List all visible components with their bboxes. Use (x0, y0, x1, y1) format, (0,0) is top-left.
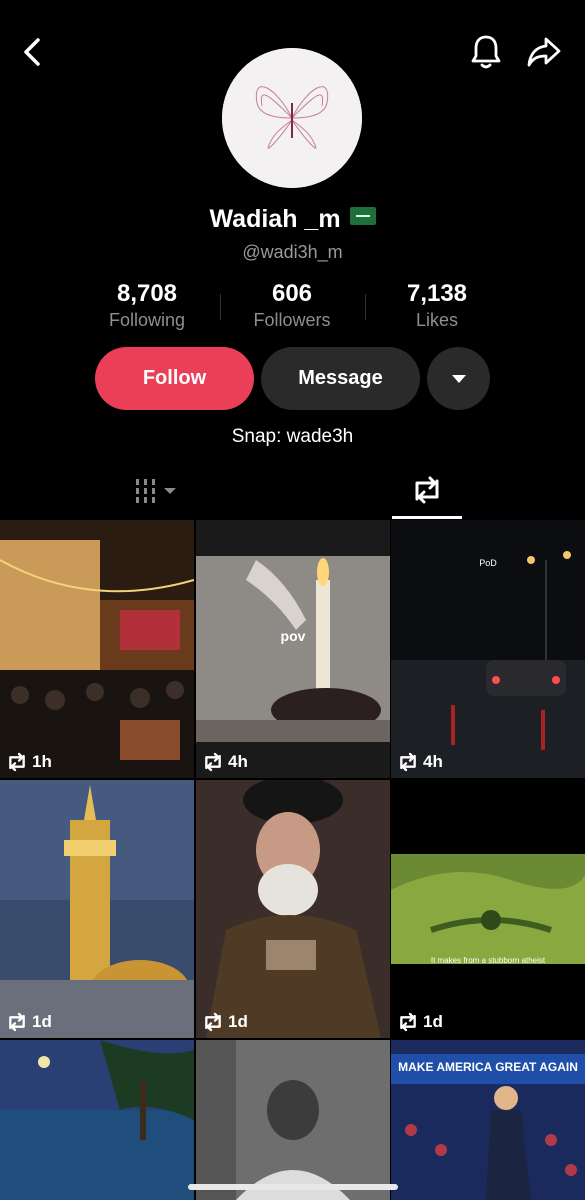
repost-icon (400, 1012, 416, 1032)
video-thumbnail[interactable]: MAKE AMERICA GREAT AGAIN (391, 1040, 585, 1200)
saudi-flag-icon (349, 207, 376, 225)
profile-stats: 8,708 Following 606 Followers 7,138 Like… (0, 280, 585, 336)
video-caption: MAKE AMERICA GREAT AGAIN (398, 1060, 578, 1074)
grayscale-photo-image (196, 1040, 390, 1200)
repost-icon (205, 752, 221, 772)
repost-icon (9, 752, 25, 772)
chevron-left-icon (24, 38, 40, 66)
content-tabs (0, 462, 585, 520)
display-name: Wadiah _m (0, 205, 585, 234)
video-thumbnail[interactable] (196, 1040, 390, 1200)
stat-value: 7,138 (406, 280, 468, 307)
repost-icon (9, 1012, 25, 1032)
bio-text: Snap: wade3h (231, 426, 354, 447)
stat-divider (220, 294, 221, 320)
username-handle: @wadi3h_m (242, 242, 343, 262)
video-thumbnail[interactable]: PoD 4h (391, 520, 585, 778)
green-hills-image (391, 780, 585, 1038)
grid-columns-icon (136, 479, 176, 503)
share-button[interactable] (522, 30, 566, 74)
share-arrow-icon (527, 37, 561, 67)
video-caption: It makes from a stubborn atheist (430, 956, 546, 965)
repost-meta: 1d (397, 1012, 443, 1032)
video-caption: pov (280, 628, 306, 644)
repost-icon (415, 476, 439, 504)
video-thumbnail[interactable]: 1d (0, 780, 194, 1038)
notification-bell-button[interactable] (464, 30, 508, 74)
repost-meta: 4h (202, 752, 248, 772)
stat-label: Following (108, 310, 186, 330)
home-indicator[interactable] (188, 1184, 398, 1190)
stat-followers[interactable]: 606 Followers (217, 280, 367, 331)
video-thumbnail[interactable]: 1d (196, 780, 390, 1038)
caret-down-icon (451, 374, 466, 383)
active-tab-indicator (392, 516, 462, 519)
stat-likes[interactable]: 7,138 Likes (362, 280, 512, 331)
stat-value: 8,708 (116, 280, 178, 307)
post-age: 1d (228, 1012, 248, 1031)
post-age: 1h (32, 752, 52, 771)
profile-avatar[interactable] (222, 48, 362, 188)
message-button[interactable]: Message (261, 347, 420, 410)
repost-meta: 1d (202, 1012, 248, 1032)
video-caption: PoD (479, 558, 497, 568)
bell-icon (471, 35, 501, 69)
lake-painting-image (0, 1040, 194, 1200)
repost-icon (205, 1012, 221, 1032)
repost-meta: 1h (6, 752, 52, 772)
back-button[interactable] (10, 30, 54, 74)
video-thumbnail[interactable] (0, 1040, 194, 1200)
repost-icon (400, 752, 416, 772)
post-age: 4h (423, 752, 443, 771)
stat-label: Followers (253, 310, 331, 330)
more-options-button[interactable] (427, 347, 490, 410)
golden-shrine-image (0, 780, 194, 1038)
video-thumbnail[interactable]: It makes from a stubborn atheist 1d (391, 780, 585, 1038)
follow-button[interactable]: Follow (95, 347, 254, 410)
display-name-text: Wadiah _m (209, 205, 341, 233)
market-night-image (0, 520, 194, 778)
repost-meta: 1d (6, 1012, 52, 1032)
tab-reposts[interactable] (392, 470, 462, 510)
tab-videos[interactable] (128, 474, 188, 508)
post-age: 1d (32, 1012, 52, 1031)
repost-meta: 4h (397, 752, 443, 772)
stat-label: Likes (415, 310, 459, 330)
stat-divider (365, 294, 366, 320)
stat-following[interactable]: 8,708 Following (72, 280, 222, 331)
cleric-portrait-image (196, 780, 390, 1038)
post-age: 4h (228, 752, 248, 771)
video-thumbnail[interactable]: pov 4h (196, 520, 390, 778)
candle-illustration-image (196, 520, 390, 778)
butterfly-image (222, 48, 362, 188)
stat-value: 606 (271, 280, 313, 307)
post-age: 1d (423, 1012, 443, 1031)
video-thumbnail[interactable]: 1h (0, 520, 194, 778)
